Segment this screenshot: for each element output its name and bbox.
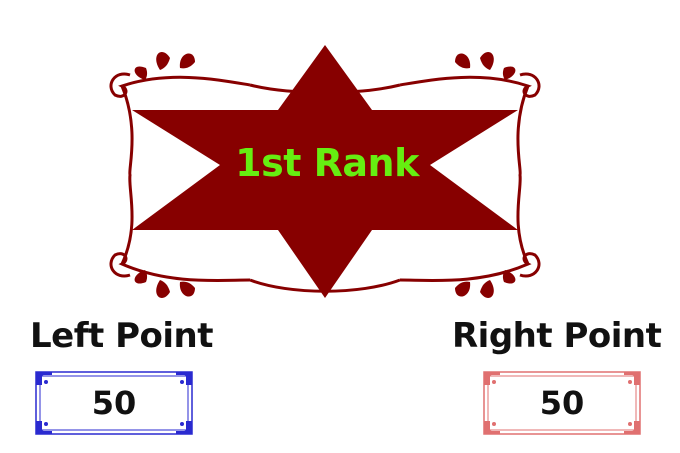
left-score-box: 50 bbox=[34, 370, 194, 436]
left-point-title: Left Point bbox=[30, 316, 214, 356]
right-score-value: 50 bbox=[539, 384, 585, 422]
right-point-title: Right Point bbox=[452, 316, 662, 356]
game-board: 1st Rank Left Point Right Point 50 50 bbox=[0, 0, 680, 453]
rank-label: 1st Rank bbox=[235, 141, 419, 185]
right-score-box: 50 bbox=[482, 370, 642, 436]
left-score-value: 50 bbox=[91, 384, 137, 422]
